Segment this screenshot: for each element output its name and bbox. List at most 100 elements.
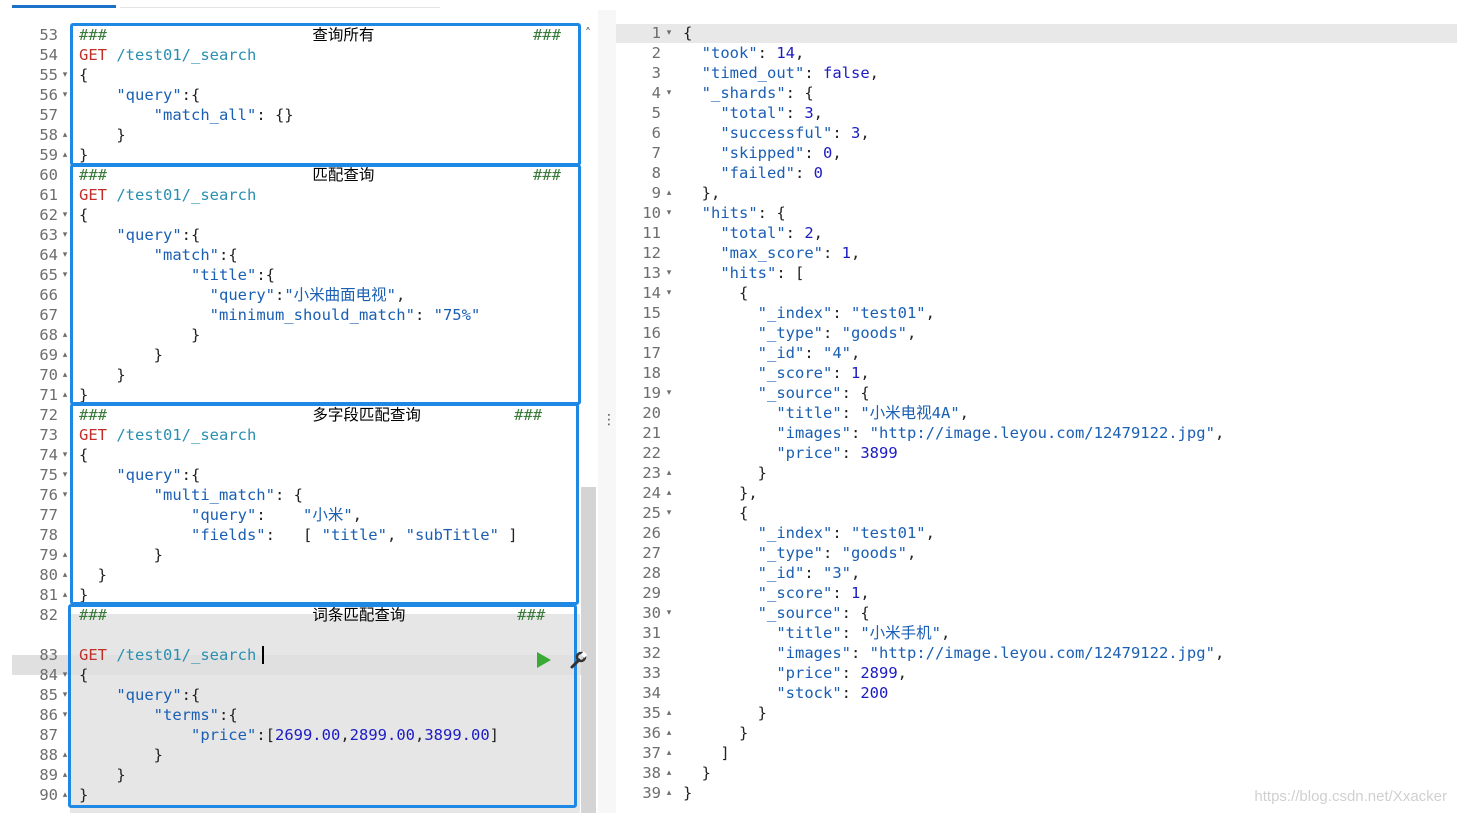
code-line[interactable]: 4 ▾ "_shards": { [616,83,1456,103]
fold-toggle-icon[interactable]: ▾ [60,485,70,505]
fold-toggle-icon[interactable]: ▾ [664,83,674,103]
code-line[interactable]: 33 "price": 2899, [616,663,1456,683]
code-line[interactable]: 27 "_type": "goods", [616,543,1456,563]
code-token: } [683,724,749,742]
fold-toggle-icon[interactable]: ▴ [60,585,70,605]
fold-toggle-icon[interactable]: ▴ [664,783,674,803]
code-line[interactable]: 2 "took": 14, [616,43,1456,63]
code-line[interactable]: 31 "title": "小米手机", [616,623,1456,643]
fold-toggle-icon[interactable]: ▾ [664,283,674,303]
fold-toggle-icon[interactable]: ▾ [664,603,674,623]
code-line[interactable]: 16 "_type": "goods", [616,323,1456,343]
code-token: , [813,104,824,122]
fold-toggle-icon[interactable]: ▴ [60,365,70,385]
code-line[interactable]: 28 "_id": "3", [616,563,1456,583]
code-line[interactable]: 14 ▾ { [616,283,1456,303]
code-text: "failed": 0 [683,163,823,183]
fold-toggle-icon[interactable]: ▴ [664,703,674,723]
code-token: , [925,524,935,542]
code-token: "_type" [757,544,823,562]
query-block-match-all [70,23,581,166]
code-line[interactable]: 9 ▴ }, [616,183,1456,203]
code-line[interactable]: 3 "timed_out": false, [616,63,1456,83]
code-token: "_shards" [701,84,786,102]
code-line[interactable]: 18 "_score": 1, [616,363,1456,383]
line-number: 18 [642,364,661,382]
fold-toggle-icon[interactable]: ▾ [664,503,674,523]
fold-toggle-icon[interactable]: ▾ [60,465,70,485]
code-line[interactable]: 34 "stock": 200 [616,683,1456,703]
play-icon[interactable] [537,652,551,668]
code-token: : [804,144,823,162]
code-line[interactable]: 15 "_index": "test01", [616,303,1456,323]
code-line[interactable]: 25 ▾ { [616,503,1456,523]
fold-toggle-icon[interactable]: ▴ [60,325,70,345]
fold-toggle-icon[interactable]: ▴ [664,483,674,503]
fold-toggle-icon[interactable]: ▾ [60,245,70,265]
fold-toggle-icon[interactable]: ▴ [60,145,70,165]
code-token: , [906,324,917,342]
chevron-up-icon[interactable]: ˄ [580,25,596,41]
line-number: 74 [39,446,58,464]
fold-toggle-icon[interactable]: ▾ [664,263,674,283]
code-line[interactable]: 22 "price": 3899 [616,443,1456,463]
code-token: "timed_out" [701,64,805,82]
code-line[interactable]: 38 ▴ } [616,763,1456,783]
fold-toggle-icon[interactable]: ▴ [60,125,70,145]
code-line[interactable]: 1 ▾ { [616,23,1456,43]
code-token: : [804,64,823,82]
code-line[interactable]: 7 "skipped": 0, [616,143,1456,163]
active-tab-indicator[interactable] [12,5,116,8]
wrench-icon[interactable] [568,650,588,670]
code-line[interactable]: 12 "max_score": 1, [616,243,1456,263]
fold-toggle-icon[interactable]: ▾ [60,205,70,225]
code-token: , [795,44,805,62]
code-line[interactable]: 23 ▴ } [616,463,1456,483]
fold-toggle-icon[interactable]: ▾ [664,383,674,403]
code-line[interactable]: 37 ▴ ] [616,743,1456,763]
code-line[interactable]: 5 "total": 3, [616,103,1456,123]
fold-toggle-icon[interactable]: ▴ [664,463,674,483]
fold-toggle-icon[interactable]: ▴ [60,345,70,365]
fold-toggle-icon[interactable]: ▾ [60,65,70,85]
fold-toggle-icon[interactable]: ▴ [664,183,674,203]
code-token: "stock" [776,684,842,702]
code-line[interactable]: 17 "_id": "4", [616,343,1456,363]
fold-toggle-icon[interactable]: ▾ [60,445,70,465]
code-text: "hits": { [683,203,786,223]
code-token: "took" [701,44,758,62]
code-line[interactable]: 26 "_index": "test01", [616,523,1456,543]
line-number: 89 [39,766,58,784]
fold-toggle-icon[interactable]: ▾ [60,225,70,245]
code-line[interactable]: 36 ▴ } [616,723,1456,743]
fold-toggle-icon[interactable]: ▴ [664,743,674,763]
code-line[interactable]: 21 "images": "http://image.leyou.com/124… [616,423,1456,443]
code-line[interactable]: 24 ▴ }, [616,483,1456,503]
code-token: , [851,564,861,582]
fold-toggle-icon[interactable]: ▴ [60,565,70,585]
code-line[interactable]: 19 ▾ "_source": { [616,383,1456,403]
code-line[interactable]: 6 "successful": 3, [616,123,1456,143]
code-line[interactable]: 13 ▾ "hits": [ [616,263,1456,283]
code-token: , [1214,424,1225,442]
fold-toggle-icon[interactable]: ▾ [60,85,70,105]
fold-toggle-icon[interactable]: ▴ [60,545,70,565]
code-text: "hits": [ [683,263,804,283]
fold-toggle-icon[interactable]: ▾ [664,203,674,223]
code-line[interactable]: 32 "images": "http://image.leyou.com/124… [616,643,1456,663]
code-line[interactable]: 29 "_score": 1, [616,583,1456,603]
response-viewer[interactable]: 1 ▾{2 "took": 14, 3 "timed_out": false, 4 ▾ … [616,10,1457,813]
code-line[interactable]: 10 ▾ "hits": { [616,203,1456,223]
code-line[interactable]: 8 "failed": 0 [616,163,1456,183]
fold-toggle-icon[interactable]: ▾ [60,265,70,285]
vertical-dots-icon[interactable]: ⋮ [602,412,616,428]
code-line[interactable]: 20 "title": "小米电视4A", [616,403,1456,423]
fold-toggle-icon[interactable]: ▾ [664,23,674,43]
code-line[interactable]: 30 ▾ "_source": { [616,603,1456,623]
code-line[interactable]: 35 ▴ } [616,703,1456,723]
fold-toggle-icon[interactable]: ▴ [664,763,674,783]
fold-toggle-icon[interactable]: ▴ [60,385,70,405]
fold-toggle-icon[interactable]: ▴ [664,723,674,743]
code-line[interactable]: 11 "total": 2, [616,223,1456,243]
